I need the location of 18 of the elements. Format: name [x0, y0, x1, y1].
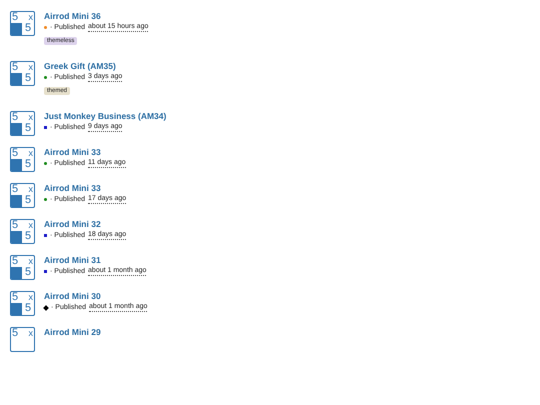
logo-icon: 5 x 5 — [10, 219, 35, 244]
puzzle-title-link[interactable]: Airrod Mini 32 — [44, 219, 101, 230]
logo-icon: 5 x 5 — [10, 255, 35, 280]
logo-icon: 5 x 5 — [10, 11, 35, 36]
puzzle-title-link[interactable]: Airrod Mini 30 — [44, 291, 101, 302]
puzzle-title-link[interactable]: Airrod Mini 29 — [44, 327, 101, 338]
puzzle-title-link[interactable]: Just Monkey Business (AM34) — [44, 111, 166, 122]
logo-icon: 5 x 5 — [10, 111, 35, 136]
puzzle-title-link[interactable]: Airrod Mini 36 — [44, 11, 101, 22]
puzzle-title-link[interactable]: Airrod Mini 33 — [44, 183, 101, 194]
puzzle-title-link[interactable]: Greek Gift (AM35) — [44, 61, 116, 72]
logo-icon: 5 x 5 — [10, 61, 35, 86]
logo-icon: 5 x — [10, 327, 35, 352]
logo-icon: 5 x 5 — [10, 147, 35, 172]
logo-icon: 5 x 5 — [10, 183, 35, 208]
puzzle-title-link[interactable]: Airrod Mini 31 — [44, 255, 101, 266]
puzzle-title-link[interactable]: Airrod Mini 33 — [44, 147, 101, 158]
logo-icon: 5 x 5 — [10, 291, 35, 316]
